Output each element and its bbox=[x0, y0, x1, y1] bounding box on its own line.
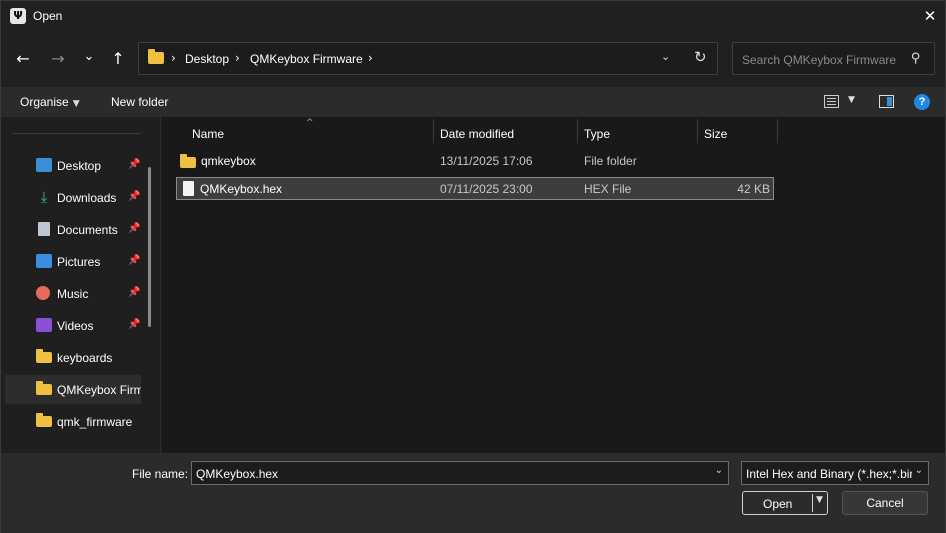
file-name-panel: File name: QMKeybox.hex ⌄ Intel Hex and … bbox=[1, 453, 945, 533]
address-bar[interactable]: › Desktop › QMKeybox Firmware › ⌄ ↻ bbox=[138, 42, 718, 75]
file-name-label: File name: bbox=[132, 467, 189, 481]
view-options-caret-icon[interactable]: ▼ bbox=[848, 95, 855, 105]
back-arrow-icon[interactable]: ← bbox=[10, 37, 36, 81]
sidebar-item-downloads[interactable]: ⤓ Downloads 📌 bbox=[5, 183, 141, 212]
sidebar-item-videos[interactable]: Videos 📌 bbox=[5, 311, 141, 340]
breadcrumb-desktop[interactable]: Desktop bbox=[185, 52, 229, 66]
forward-arrow-icon[interactable]: → bbox=[45, 37, 71, 81]
open-options-caret-icon[interactable]: ▼ bbox=[816, 495, 823, 505]
breadcrumb-qmkeybox-firmware[interactable]: QMKeybox Firmware bbox=[250, 52, 363, 66]
file-type-select[interactable]: Intel Hex and Binary (*.hex;*.bin) ⌄ bbox=[741, 461, 929, 485]
help-icon[interactable]: ? bbox=[914, 94, 930, 110]
sort-ascending-icon: ^ bbox=[306, 118, 314, 128]
refresh-icon[interactable]: ↻ bbox=[694, 48, 707, 66]
chevron-down-icon: ⌄ bbox=[914, 465, 923, 476]
title-bar: Ψ Open ✕ bbox=[1, 1, 945, 32]
open-button-label: Open bbox=[763, 497, 793, 511]
sidebar-item-label: QMKeybox Firmware bbox=[57, 383, 141, 397]
column-header-label: Size bbox=[704, 127, 728, 141]
file-name-value[interactable]: QMKeybox.hex bbox=[196, 467, 278, 481]
desktop-icon bbox=[36, 158, 52, 172]
search-input[interactable]: Search QMKeybox Firmware bbox=[742, 53, 896, 67]
file-type: File folder bbox=[584, 154, 637, 168]
sidebar-item-desktop[interactable]: Desktop 📌 bbox=[5, 151, 141, 180]
close-icon[interactable]: ✕ bbox=[915, 1, 945, 31]
file-type-value: Intel Hex and Binary (*.hex;*.bin) bbox=[746, 467, 912, 481]
folder-icon bbox=[180, 154, 196, 168]
column-divider[interactable] bbox=[697, 119, 698, 143]
downloads-icon: ⤓ bbox=[40, 188, 48, 206]
breadcrumb-separator[interactable]: › bbox=[171, 51, 176, 65]
pin-icon[interactable]: 📌 bbox=[128, 191, 140, 202]
breadcrumb-separator[interactable]: › bbox=[235, 51, 240, 65]
table-row[interactable]: qmkeybox 13/11/2025 17:06 File folder bbox=[176, 149, 774, 172]
folder-icon bbox=[36, 413, 52, 427]
file-date: 13/11/2025 17:06 bbox=[440, 154, 533, 168]
pin-icon[interactable]: 📌 bbox=[128, 287, 140, 298]
cancel-button[interactable]: Cancel bbox=[842, 491, 928, 515]
recent-locations-chevron-icon[interactable]: ⌄ bbox=[76, 37, 102, 81]
folder-icon bbox=[36, 381, 52, 395]
caret-down-icon: ▼ bbox=[72, 99, 80, 109]
app-logo-icon: Ψ bbox=[10, 8, 26, 24]
sidebar-item-documents[interactable]: Documents 📌 bbox=[5, 215, 141, 244]
organise-label: Organise bbox=[20, 95, 69, 109]
pin-icon[interactable]: 📌 bbox=[128, 255, 140, 266]
column-header-name[interactable]: Name ^ bbox=[192, 118, 432, 146]
navigation-pane: Desktop 📌 ⤓ Downloads 📌 Documents 📌 Pict… bbox=[1, 117, 161, 453]
column-header-type[interactable]: Type bbox=[584, 120, 694, 146]
sidebar-item-label: qmk_firmware bbox=[57, 415, 133, 429]
music-icon bbox=[36, 286, 50, 300]
file-date: 07/11/2025 23:00 bbox=[440, 182, 533, 196]
file-type: HEX File bbox=[584, 182, 632, 196]
videos-icon bbox=[36, 318, 52, 332]
sidebar-item-music[interactable]: Music 📌 bbox=[5, 279, 141, 308]
column-header-size[interactable]: Size bbox=[704, 120, 774, 146]
table-row[interactable]: QMKeybox.hex 07/11/2025 23:00 HEX File 4… bbox=[176, 177, 774, 200]
pin-icon[interactable]: 📌 bbox=[128, 319, 140, 330]
command-bar: Organise ▼ New folder ▼ ? bbox=[1, 87, 945, 117]
preview-pane-icon[interactable] bbox=[879, 95, 894, 108]
folder-icon bbox=[36, 349, 52, 363]
sidebar-item-keyboards[interactable]: keyboards bbox=[5, 343, 141, 372]
file-name: qmkeybox bbox=[201, 154, 256, 168]
column-header-label: Date modified bbox=[440, 127, 515, 141]
chevron-down-icon[interactable]: ⌄ bbox=[715, 465, 723, 476]
pin-icon[interactable]: 📌 bbox=[128, 159, 140, 170]
file-icon bbox=[183, 181, 194, 196]
file-size: 42 KB bbox=[737, 182, 770, 196]
search-icon: ⚲ bbox=[911, 51, 921, 66]
column-header-label: Type bbox=[584, 127, 611, 141]
file-name: QMKeybox.hex bbox=[200, 182, 283, 196]
window-title: Open bbox=[33, 9, 63, 23]
navigation-bar: ← → ⌄ ↑ › Desktop › QMKeybox Firmware › … bbox=[1, 37, 945, 81]
column-divider[interactable] bbox=[777, 119, 778, 143]
sidebar-item-pictures[interactable]: Pictures 📌 bbox=[5, 247, 141, 276]
new-folder-button[interactable]: New folder bbox=[111, 95, 168, 109]
sidebar-item-qmk-firmware[interactable]: qmk_firmware bbox=[5, 407, 141, 436]
column-divider[interactable] bbox=[577, 119, 578, 143]
view-options-icon[interactable] bbox=[824, 95, 839, 108]
column-header-label: Name bbox=[192, 127, 225, 141]
split-divider bbox=[812, 494, 813, 512]
pictures-icon bbox=[36, 254, 52, 268]
organise-menu[interactable]: Organise ▼ bbox=[20, 95, 80, 109]
search-box[interactable]: Search QMKeybox Firmware ⚲ bbox=[732, 42, 935, 75]
open-button[interactable]: Open ▼ bbox=[742, 491, 828, 515]
up-arrow-icon[interactable]: ↑ bbox=[105, 37, 131, 81]
sidebar-item-label: keyboards bbox=[57, 351, 113, 365]
column-divider[interactable] bbox=[433, 119, 434, 143]
sidebar-divider bbox=[12, 133, 141, 134]
open-dialog: Ψ Open ✕ ← → ⌄ ↑ › Desktop › QMKeybox Fi… bbox=[0, 0, 946, 533]
file-list: Name ^ Date modified Type Size qmkeybox … bbox=[162, 117, 945, 453]
breadcrumb-separator[interactable]: › bbox=[368, 51, 373, 65]
folder-icon bbox=[148, 49, 164, 64]
sidebar-scrollbar[interactable] bbox=[148, 167, 151, 327]
sidebar-item-qmkeybox-firmware[interactable]: QMKeybox Firmware bbox=[5, 375, 141, 404]
address-dropdown-chevron-icon[interactable]: ⌄ bbox=[661, 50, 670, 63]
file-name-field[interactable]: QMKeybox.hex ⌄ bbox=[191, 461, 729, 485]
documents-icon bbox=[38, 222, 50, 236]
column-header-date-modified[interactable]: Date modified bbox=[440, 120, 575, 146]
pin-icon[interactable]: 📌 bbox=[128, 223, 140, 234]
